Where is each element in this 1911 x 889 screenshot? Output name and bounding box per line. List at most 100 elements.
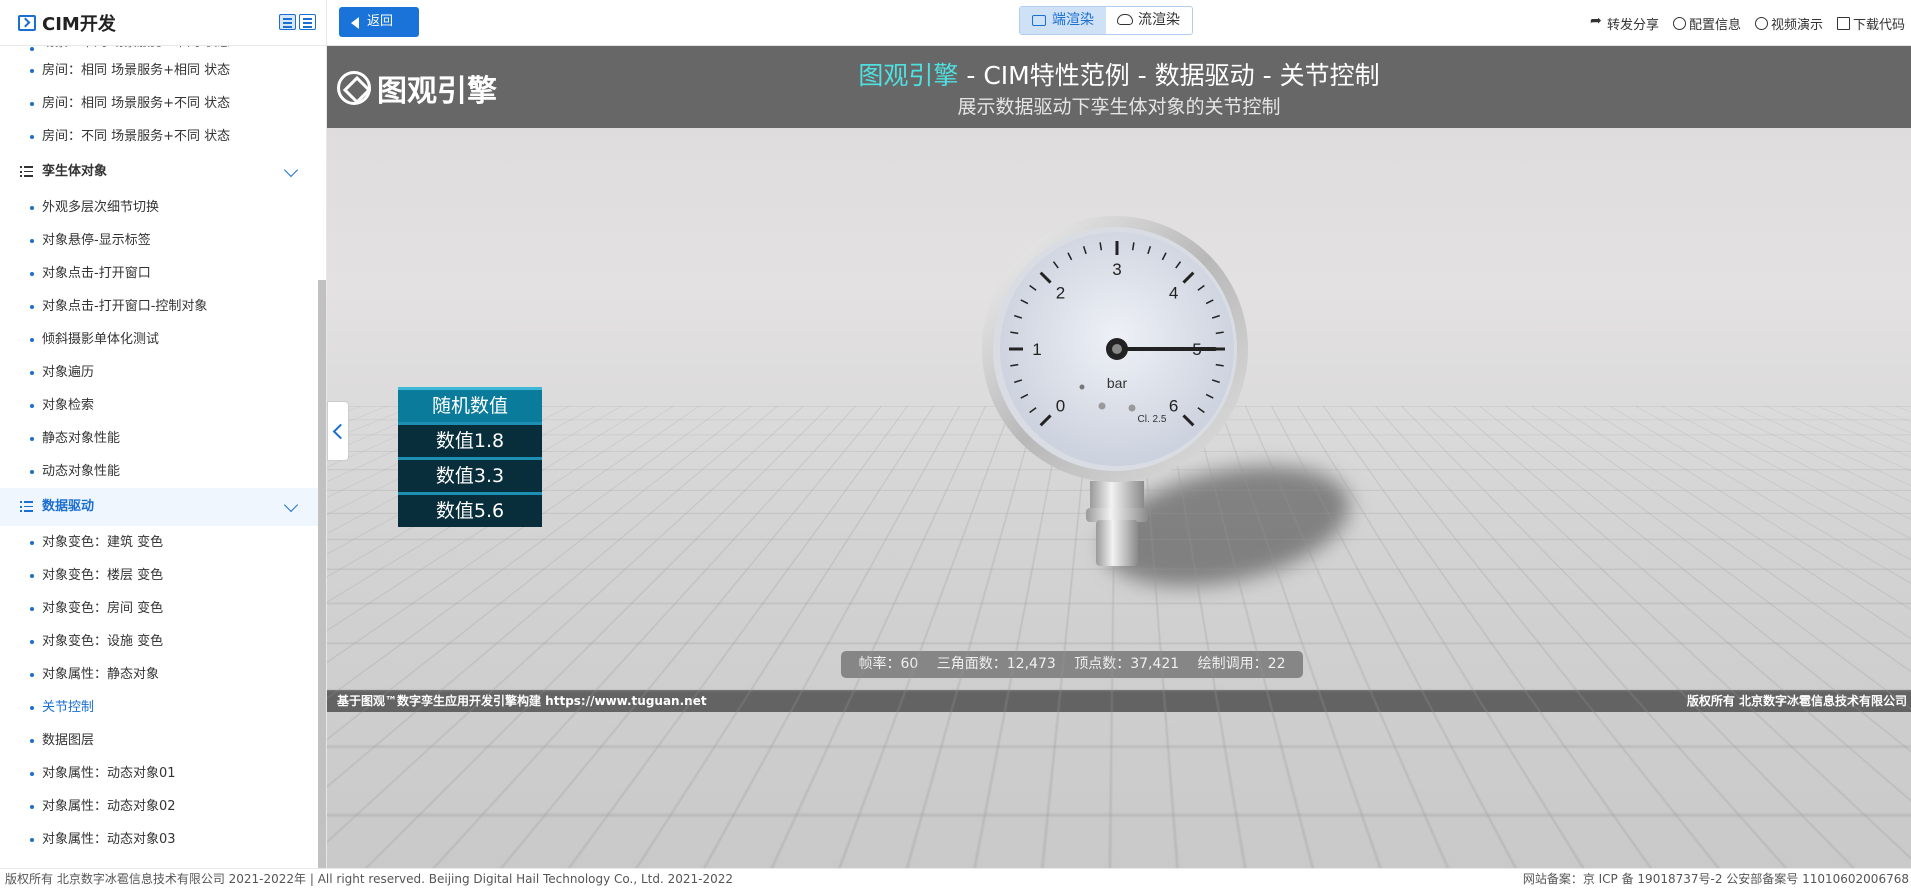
drawcall-stat: 绘制调用：22: [1198, 656, 1286, 672]
back-arrow-icon: [351, 17, 359, 29]
sidebar-item[interactable]: 对象变色：建筑 变色: [0, 526, 320, 559]
cloud-icon: [1117, 14, 1133, 25]
sidebar-item[interactable]: 动态对象性能: [0, 455, 320, 488]
sidebar-group-data[interactable]: 数据驱动: [0, 488, 320, 526]
sidebar-scrollbar[interactable]: [318, 280, 326, 868]
download-link[interactable]: 下载代码: [1836, 14, 1905, 33]
value-button-panel: 随机数值 数值1.8 数值3.3 数值5.6: [398, 387, 542, 527]
sidebar-item[interactable]: 静态对象性能: [0, 422, 320, 455]
share-link[interactable]: 转发分享: [1590, 13, 1659, 33]
tab-label: 端渲染: [1052, 12, 1094, 28]
sidebar-item[interactable]: 对象变色：房间 变色: [0, 592, 320, 625]
sidebar-group-label: 孪生体对象: [42, 164, 108, 179]
sidebar-group-twin[interactable]: 孪生体对象: [0, 153, 320, 191]
sidebar-group-label: 数据驱动: [42, 499, 95, 514]
share-label: 转发分享: [1606, 17, 1659, 33]
tab-local-render[interactable]: 端渲染: [1020, 7, 1106, 34]
fps-stat: 帧率：60: [858, 656, 918, 672]
sidebar-item[interactable]: 对象遍历: [0, 356, 320, 389]
sidebar-list: 场景：不同 场景服务+不同 状态 房间：相同 场景服务+相同 状态 房间：相同 …: [0, 32, 320, 856]
gauge-scale-label: 1: [1032, 340, 1041, 359]
sidebar-item[interactable]: 房间：相同 场景服务+不同 状态: [0, 87, 320, 120]
viewport-footer: 基于图观™数字孪生应用开发引擎构建 https://www.tuguan.net…: [327, 690, 1911, 712]
page-subtitle: 展示数据驱动下孪生体对象的关节控制: [957, 96, 1281, 118]
triangle-label: 三角面数：: [936, 656, 1007, 672]
sidebar-item[interactable]: 对象属性：动态对象01: [0, 757, 320, 790]
sidebar-item[interactable]: 房间：不同 场景服务+不同 状态: [0, 120, 320, 153]
back-button-label: 返回: [367, 14, 394, 29]
play-icon: [1754, 16, 1768, 30]
gauge-class-label: Cl. 2.5: [1138, 414, 1167, 425]
gauge-unit-label: bar: [1107, 375, 1128, 391]
triangle-value: 12,473: [1006, 656, 1056, 672]
card-view-icon[interactable]: [299, 14, 316, 30]
collapse-sidebar-button[interactable]: [327, 401, 349, 461]
gauge-screw: [1128, 404, 1136, 412]
monitor-icon: [1032, 15, 1046, 26]
viewport-copyright: 版权所有 北京数字冰雹信息技术有限公司: [1686, 694, 1907, 708]
scene-viewport[interactable]: 图观引擎 图观引擎 - CIM特性范例 - 数据驱动 - 关节控制 展示数据驱动…: [327, 46, 1911, 868]
list-icon: [20, 166, 33, 177]
engine-credit: 基于图观™数字孪生应用开发引擎构建 https://www.tuguan.net: [337, 694, 707, 708]
sidebar: 场景：不同 场景服务+不同 状态 房间：相同 场景服务+相同 状态 房间：相同 …: [0, 0, 327, 868]
sidebar-item[interactable]: 对象属性：动态对象02: [0, 790, 320, 823]
download-label: 下载代码: [1852, 17, 1905, 33]
sidebar-item[interactable]: 对象变色：设施 变色: [0, 625, 320, 658]
gauge-scale-label: 4: [1169, 283, 1178, 302]
value-1-8-button[interactable]: 数值1.8: [398, 422, 542, 457]
sidebar-item[interactable]: 对象属性：静态对象: [0, 658, 320, 691]
gauge-scale-label: 0: [1056, 397, 1065, 416]
chevron-down-icon[interactable]: [283, 162, 299, 178]
title-highlight: 图观引擎: [858, 61, 959, 90]
gauge-scale-label: 3: [1112, 260, 1121, 279]
value-5-6-button[interactable]: 数值5.6: [398, 492, 542, 527]
config-label: 配置信息: [1688, 17, 1741, 33]
gauge-screw: [1098, 402, 1106, 410]
gauge-stem: [1096, 520, 1138, 566]
sidebar-item[interactable]: 对象属性：动态对象03: [0, 823, 320, 856]
share-icon: [1590, 13, 1604, 30]
tab-stream-render[interactable]: 流渲染: [1106, 7, 1192, 34]
view-toggle: [279, 14, 316, 30]
app-title: CIM开发: [42, 13, 116, 35]
tab-label: 流渲染: [1138, 12, 1180, 28]
page-footer: 版权所有 北京数字冰雹信息技术有限公司 2021-2022年 | All rig…: [0, 868, 1911, 888]
sidebar-item[interactable]: 对象点击-打开窗口: [0, 257, 320, 290]
sidebar-item[interactable]: 对象检索: [0, 389, 320, 422]
render-mode-tabs: 端渲染 流渲染: [1019, 6, 1193, 35]
sidebar-item[interactable]: 数据图层: [0, 724, 320, 757]
title-rest: - CIM特性范例 - 数据驱动 - 关节控制: [958, 61, 1380, 90]
chevron-down-icon[interactable]: [283, 497, 299, 513]
list-view-icon[interactable]: [279, 14, 296, 30]
sidebar-item[interactable]: 房间：相同 场景服务+相同 状态: [0, 54, 320, 87]
pressure-gauge[interactable]: 0123456 bar Cl. 2.5: [982, 216, 1252, 586]
sidebar-item[interactable]: 倾斜摄影单体化测试: [0, 323, 320, 356]
drawcall-value: 22: [1267, 656, 1286, 672]
footer-icp: 网站备案：京 ICP 备 19018737号-2 公安部备案号 11010602…: [1522, 872, 1909, 886]
config-link[interactable]: 配置信息: [1672, 14, 1741, 33]
back-button[interactable]: 返回: [339, 7, 419, 37]
sidebar-item[interactable]: 对象变色：楼层 变色: [0, 559, 320, 592]
header-banner: 图观引擎 图观引擎 - CIM特性范例 - 数据驱动 - 关节控制 展示数据驱动…: [327, 46, 1911, 128]
triangle-stat: 三角面数：12,473: [937, 656, 1056, 672]
footer-copyright: 版权所有 北京数字冰雹信息技术有限公司 2021-2022年 | All rig…: [5, 872, 734, 886]
fps-label: 帧率：: [858, 656, 901, 672]
drawcall-label: 绘制调用：: [1197, 656, 1268, 672]
vertex-value: 37,421: [1130, 656, 1180, 672]
sidebar-item[interactable]: 外观多层次细节切换: [0, 191, 320, 224]
vertex-stat: 顶点数：37,421: [1074, 656, 1179, 672]
top-links: 转发分享 配置信息 视频演示 下载代码: [1590, 0, 1905, 46]
video-link[interactable]: 视频演示: [1754, 14, 1823, 33]
sidebar-item-active[interactable]: 关节控制: [0, 691, 320, 724]
vertex-label: 顶点数：: [1074, 656, 1131, 672]
value-3-3-button[interactable]: 数值3.3: [398, 457, 542, 492]
info-icon: [1672, 16, 1686, 30]
gauge-socket: [1090, 481, 1144, 511]
sidebar-item[interactable]: 对象点击-打开窗口-控制对象: [0, 290, 320, 323]
page-title: 图观引擎 - CIM特性范例 - 数据驱动 - 关节控制: [327, 56, 1911, 92]
gauge-nut: [1086, 508, 1148, 522]
sidebar-item[interactable]: 对象悬停-显示标签: [0, 224, 320, 257]
gauge-zero-pin: [1079, 384, 1085, 390]
video-label: 视频演示: [1770, 17, 1823, 33]
random-value-button[interactable]: 随机数值: [398, 387, 542, 422]
